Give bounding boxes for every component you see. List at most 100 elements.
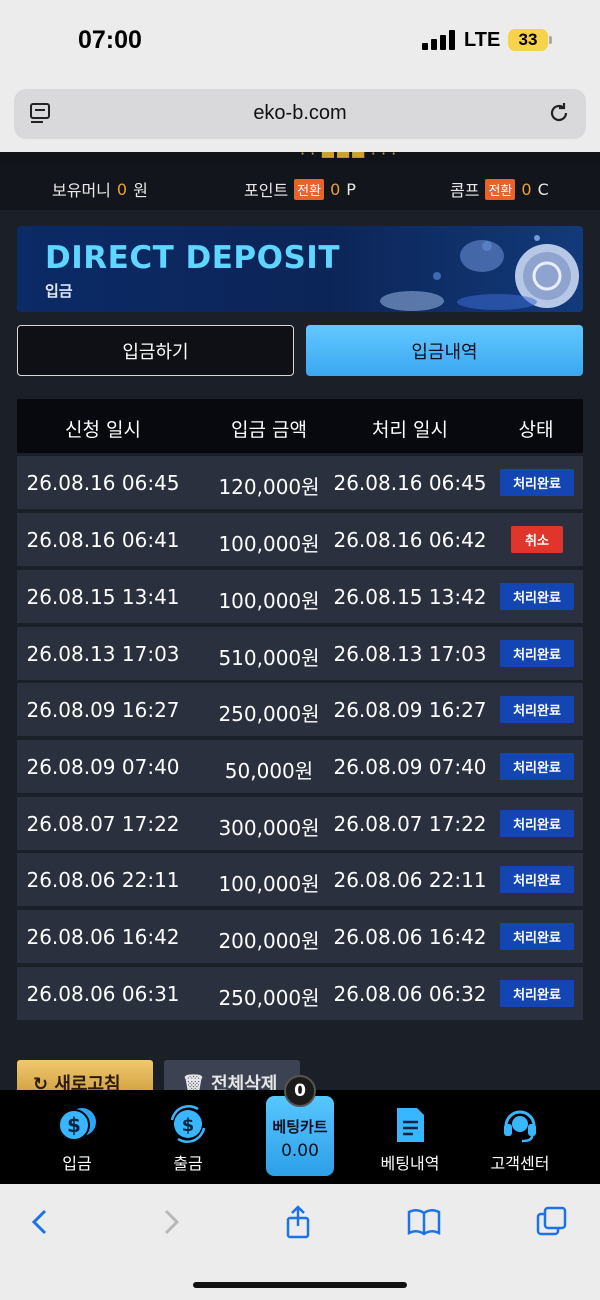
comp-value: 0: [521, 179, 532, 199]
banner-title: DIRECT DEPOSIT: [45, 240, 340, 276]
table-row: 26.08.16 06:41 100,000원 26.08.16 06:42 취…: [17, 513, 583, 566]
bet-cart-count-badge: 0: [284, 1075, 316, 1107]
point-convert-button[interactable]: 전환: [294, 178, 325, 200]
network-label: LTE: [464, 29, 501, 51]
tabs-icon[interactable]: [534, 1204, 570, 1240]
table-row: 26.08.16 06:45 120,000원 26.08.16 06:45 처…: [17, 456, 583, 509]
banner-subtitle: 입금: [45, 282, 73, 300]
requested-time: 26.08.06 16:42: [26, 925, 180, 949]
bookmarks-icon[interactable]: [406, 1204, 442, 1240]
requested-time: 26.08.09 16:27: [26, 698, 180, 722]
requested-time: 26.08.13 17:03: [26, 642, 180, 666]
withdraw-coin-icon: $: [170, 1104, 206, 1144]
status-badge: 처리완료: [500, 469, 574, 496]
processed-time: 26.08.06 22:11: [333, 868, 487, 892]
home-indicator: [193, 1282, 407, 1288]
svg-text:$: $: [67, 1113, 81, 1137]
requested-time: 26.08.06 06:31: [26, 982, 180, 1006]
comp-label: 콤프: [450, 181, 480, 200]
nav-bet-history[interactable]: 베팅내역: [355, 1104, 465, 1174]
tab-deposit-history[interactable]: 입금내역: [306, 325, 583, 376]
deposit-banner: DIRECT DEPOSIT 입금: [17, 226, 583, 312]
status-badge: 취소: [511, 526, 563, 553]
table-row: 26.08.06 16:42 200,000원 26.08.06 16:42 처…: [17, 910, 583, 963]
wallet-point: 포인트 전환 0 P: [244, 177, 356, 201]
money-unit: 원: [133, 181, 148, 200]
processed-time: 26.08.09 07:40: [333, 755, 487, 779]
url-text[interactable]: eko-b.com: [14, 102, 586, 125]
table-row: 26.08.07 17:22 300,000원 26.08.07 17:22 처…: [17, 797, 583, 850]
status-badge: 처리완료: [500, 753, 574, 780]
status-badge: 처리완료: [500, 640, 574, 667]
money-value: 0: [116, 179, 128, 199]
bet-cart-label: 베팅카트: [272, 1118, 328, 1136]
header-requested: 신청 일시: [65, 419, 141, 441]
headset-icon: [504, 1110, 536, 1143]
reload-icon[interactable]: [546, 100, 572, 126]
table-row: 26.08.09 07:40 50,000원 26.08.09 07:40 처리…: [17, 740, 583, 793]
status-badge: 처리완료: [500, 810, 574, 837]
history-table-header: 신청 일시 입금 금액 처리 일시 상태: [17, 399, 583, 453]
requested-time: 26.08.16 06:45: [26, 471, 180, 495]
nav-deposit[interactable]: $ 입금: [22, 1104, 132, 1174]
deposit-coin-icon: $: [58, 1108, 96, 1141]
wallet-money: 보유머니 0 원: [52, 177, 148, 201]
processed-time: 26.08.06 06:32: [333, 982, 487, 1006]
status-badge: 처리완료: [500, 583, 574, 610]
nav-bet-history-label: 베팅내역: [380, 1154, 440, 1173]
nav-deposit-label: 입금: [62, 1154, 92, 1173]
point-label: 포인트: [244, 181, 289, 200]
ios-status-bar: 07:00 LTE 33: [0, 0, 600, 84]
requested-time: 26.08.15 13:41: [26, 585, 180, 609]
status-badge: 처리완료: [500, 696, 574, 723]
table-row: 26.08.06 06:31 250,000원 26.08.06 06:32 처…: [17, 967, 583, 1020]
processed-time: 26.08.07 17:22: [333, 812, 487, 836]
processed-time: 26.08.13 17:03: [333, 642, 487, 666]
requested-time: 26.08.06 22:11: [26, 868, 180, 892]
status-badge: 처리완료: [500, 923, 574, 950]
share-icon[interactable]: [280, 1204, 316, 1240]
point-unit: P: [346, 179, 356, 199]
header-processed: 처리 일시: [372, 419, 448, 441]
tab-deposit[interactable]: 입금하기: [17, 325, 294, 376]
nav-support-label: 고객센터: [490, 1154, 550, 1173]
nav-support[interactable]: 고객센터: [465, 1104, 575, 1174]
requested-time: 26.08.07 17:22: [26, 812, 180, 836]
table-row: 26.08.13 17:03 510,000원 26.08.13 17:03 처…: [17, 627, 583, 680]
forward-icon[interactable]: [153, 1204, 189, 1240]
status-badge: 처리완료: [500, 980, 574, 1007]
table-row: 26.08.15 13:41 100,000원 26.08.15 13:42 처…: [17, 570, 583, 623]
requested-time: 26.08.16 06:41: [26, 528, 180, 552]
table-row: 26.08.09 16:27 250,000원 26.08.09 16:27 처…: [17, 683, 583, 736]
header-status: 상태: [518, 419, 554, 441]
bet-cart-value: 0.00: [281, 1141, 319, 1161]
bet-cart-button[interactable]: 베팅카트 0.00: [266, 1096, 334, 1176]
battery-icon: 33: [508, 29, 548, 51]
browser-url-area: eko-b.com: [0, 84, 600, 152]
ticker-strip: · · ▬▬▬ · · ·: [0, 152, 600, 164]
battery-tip: [549, 36, 552, 44]
status-badge: 처리완료: [500, 866, 574, 893]
address-bar[interactable]: eko-b.com: [14, 89, 586, 139]
nav-withdraw[interactable]: $ 출금: [133, 1104, 243, 1174]
processed-time: 26.08.06 16:42: [333, 925, 487, 949]
processed-time: 26.08.09 16:27: [333, 698, 487, 722]
back-icon[interactable]: [22, 1204, 58, 1240]
nav-withdraw-label: 출금: [173, 1154, 203, 1173]
comp-convert-button[interactable]: 전환: [485, 178, 516, 200]
point-value: 0: [330, 179, 341, 199]
processed-time: 26.08.16 06:42: [333, 528, 487, 552]
money-label: 보유머니: [52, 181, 111, 200]
svg-text:$: $: [182, 1115, 195, 1136]
cellular-signal-icon: [422, 30, 456, 50]
wallet-bar: 보유머니 0 원 포인트 전환 0 P 콤프 전환 0 C: [0, 164, 600, 210]
processed-time: 26.08.15 13:42: [333, 585, 487, 609]
bottom-nav: $ 입금 $ 출금 베팅카트 0.00 0 베팅내역 고객센터: [0, 1075, 600, 1184]
ticker-text-fragment: · · ▬▬▬ · · ·: [300, 152, 397, 163]
requested-time: 26.08.09 07:40: [26, 755, 180, 779]
wallet-comp: 콤프 전환 0 C: [450, 177, 549, 201]
processed-time: 26.08.16 06:45: [333, 471, 487, 495]
table-row: 26.08.06 22:11 100,000원 26.08.06 22:11 처…: [17, 853, 583, 906]
comp-unit: C: [537, 179, 549, 199]
status-time: 07:00: [78, 26, 142, 54]
